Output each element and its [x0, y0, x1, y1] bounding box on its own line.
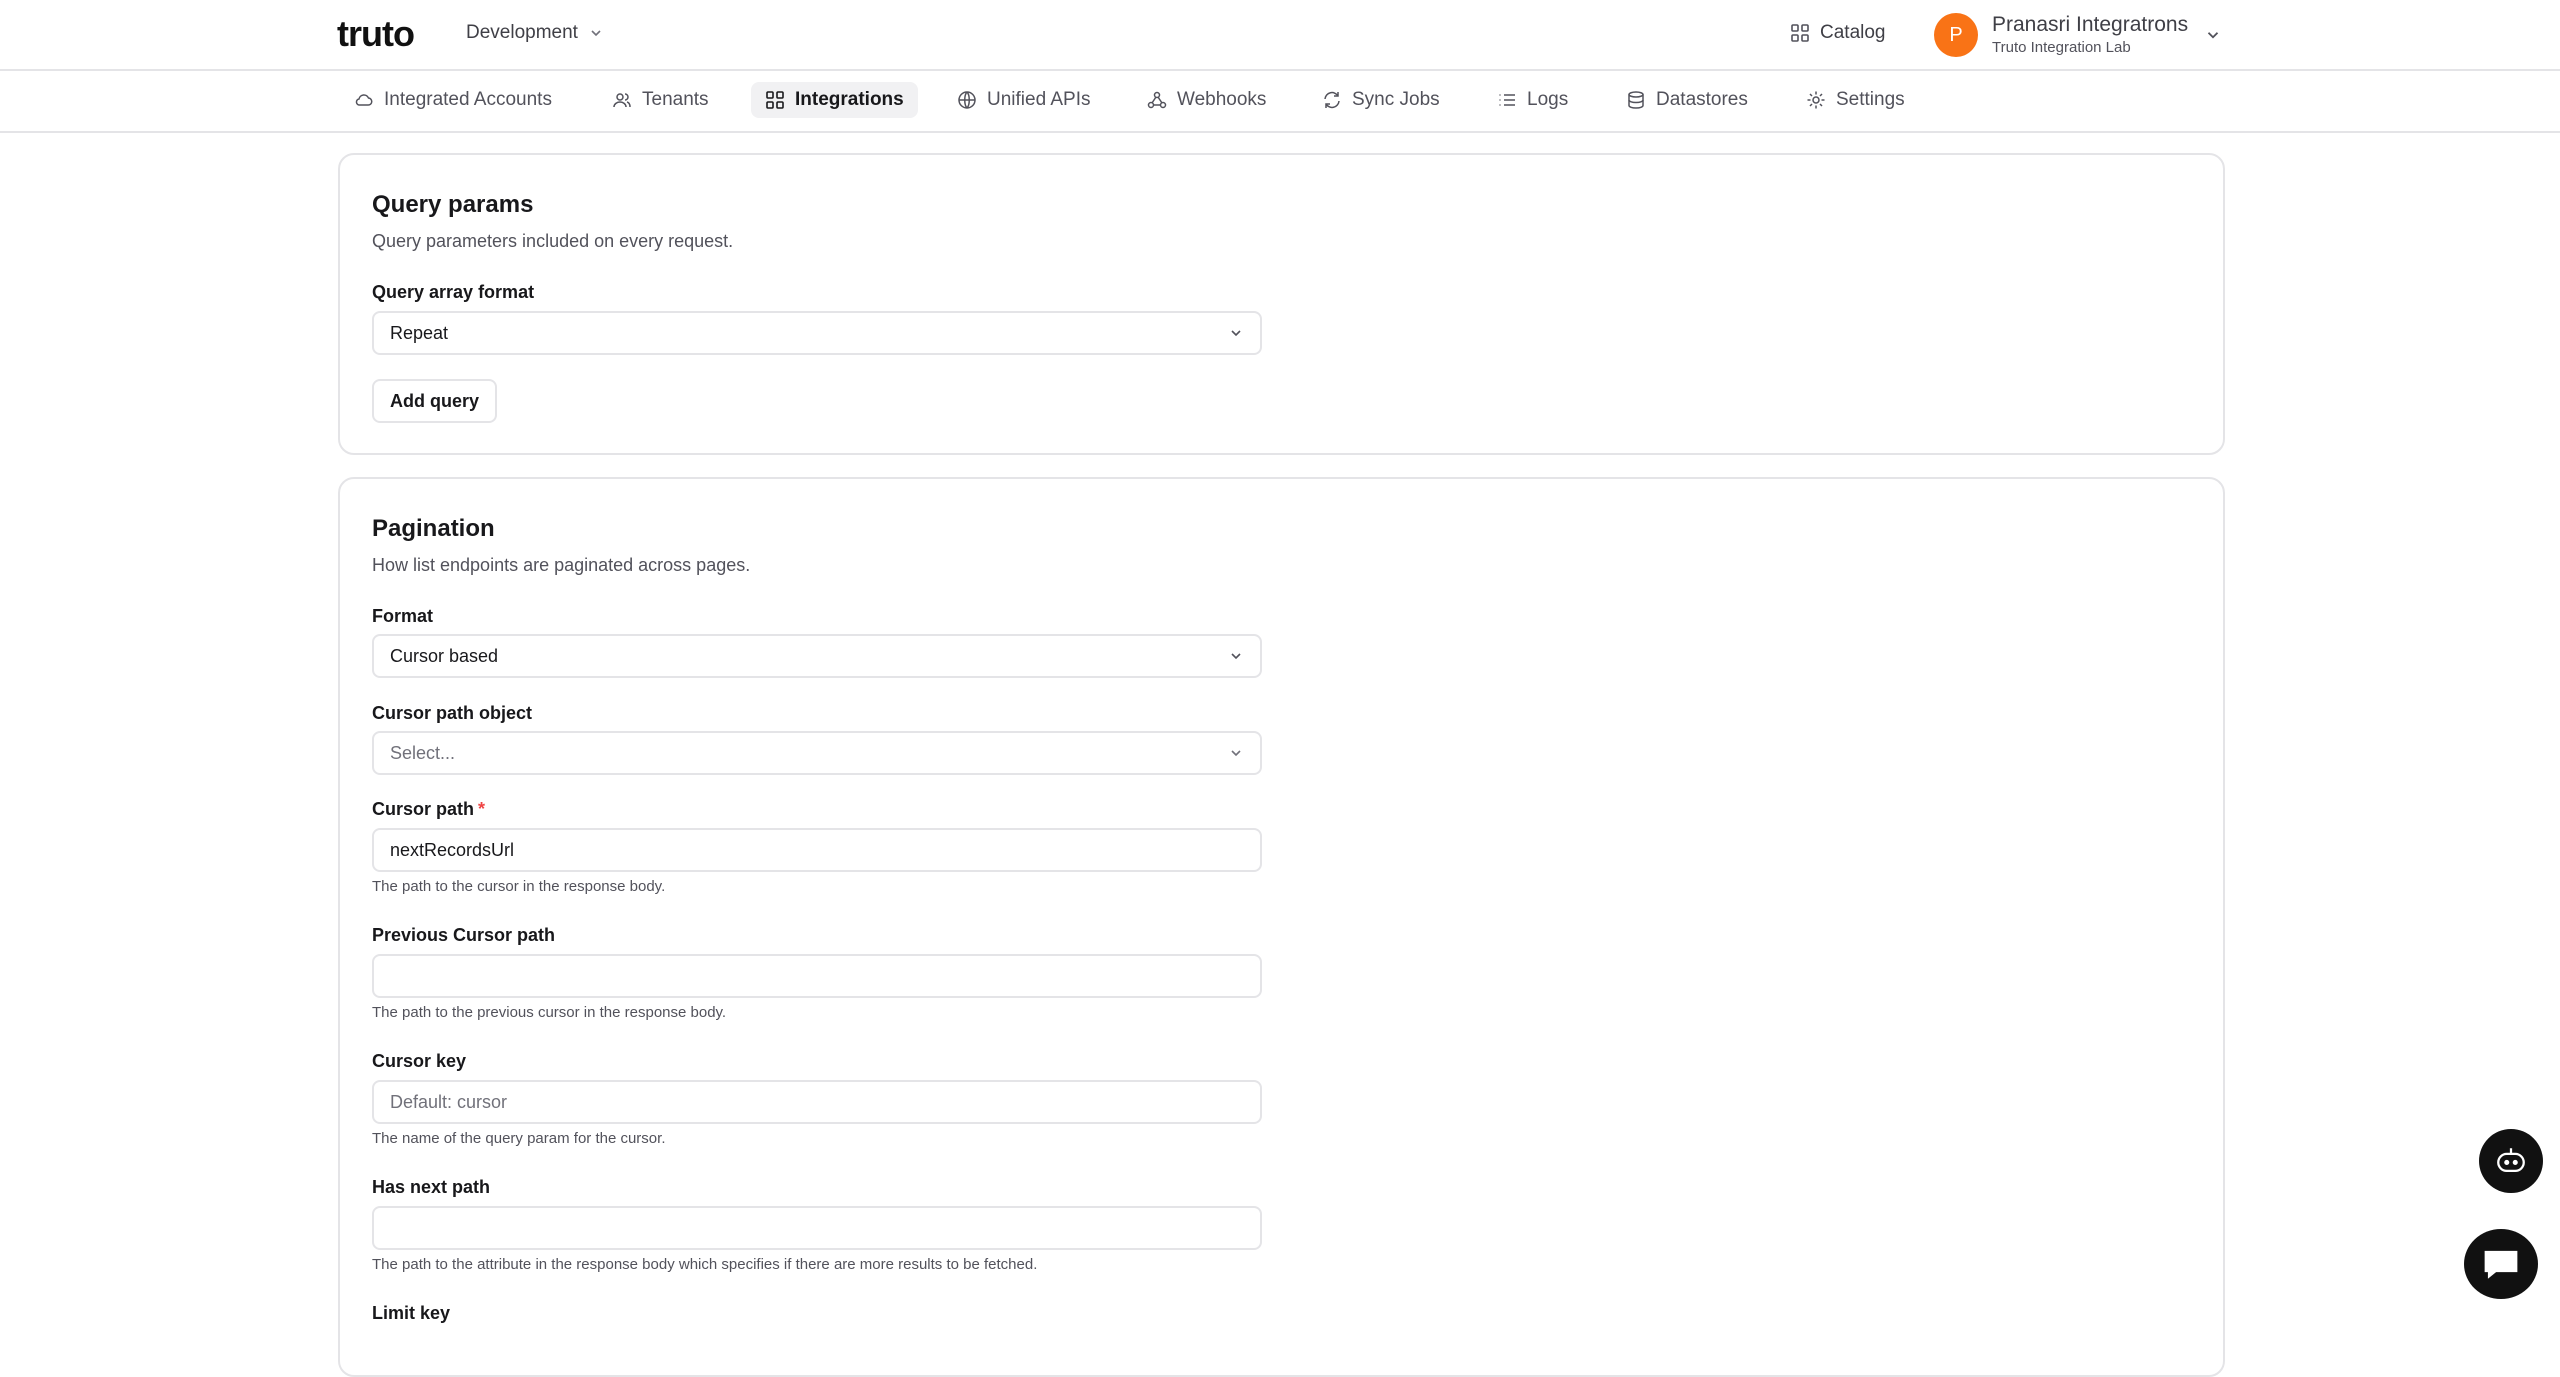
cursor-path-object-label: Cursor path object: [372, 703, 533, 723]
user-org: Truto Integration Lab: [1992, 39, 2131, 56]
nav-datastores[interactable]: Datastores: [1612, 82, 1762, 118]
nav-label: Integrated Accounts: [384, 89, 552, 110]
query-params-card: Query params Query parameters included o…: [338, 153, 2225, 455]
logo-text: truto: [337, 13, 415, 54]
previous-cursor-path-label: Previous Cursor path: [372, 925, 556, 945]
add-query-button[interactable]: Add query: [372, 379, 498, 423]
avatar: P: [1934, 13, 1978, 57]
nav-label: Logs: [1527, 89, 1569, 110]
select-value: Cursor based: [390, 645, 499, 666]
nav-label: Settings: [1836, 89, 1905, 110]
chat-support-button[interactable]: [2464, 1229, 2538, 1299]
section-title: Query params: [372, 191, 534, 218]
limit-key-label: Limit key: [372, 1303, 451, 1323]
nav-unified-apis[interactable]: Unified APIs: [943, 82, 1105, 118]
has-next-path-hint: The path to the attribute in the respons…: [372, 1256, 1038, 1273]
cursor-path-hint: The path to the cursor in the response b…: [372, 878, 666, 895]
query-array-format-label: Query array format: [372, 282, 535, 302]
chat-icon: [2484, 1250, 2518, 1279]
environment-switcher[interactable]: Development: [466, 18, 604, 48]
select-value: Repeat: [390, 322, 449, 343]
cursor-key-hint: The name of the query param for the curs…: [372, 1130, 666, 1147]
cursor-path-label: Cursor path *: [372, 799, 485, 820]
truto-logo[interactable]: truto: [337, 13, 415, 54]
nav-integrated-accounts[interactable]: Integrated Accounts: [340, 82, 566, 118]
webhook-icon: [1147, 91, 1167, 109]
globe-icon: [958, 91, 976, 109]
chevron-down-icon: [591, 30, 601, 37]
user-name: Pranasri Integratrons: [1992, 13, 2189, 36]
cursor-key-label: Cursor key: [372, 1051, 467, 1071]
users-icon: [613, 93, 631, 108]
nav-label: Datastores: [1656, 89, 1748, 110]
catalog-label: Catalog: [1820, 22, 1886, 43]
query-array-format-select[interactable]: Repeat: [372, 311, 1262, 355]
nav-label: Tenants: [642, 89, 709, 110]
nav-label: Webhooks: [1177, 89, 1267, 110]
input-value: nextRecordsUrl: [390, 839, 515, 860]
cursor-key-input[interactable]: Default: cursor: [372, 1080, 1262, 1124]
nav-logs[interactable]: Logs: [1483, 82, 1582, 118]
database-icon: [1628, 91, 1644, 109]
input-placeholder: Default: cursor: [390, 1091, 508, 1112]
nav-sync-jobs[interactable]: Sync Jobs: [1308, 82, 1454, 118]
cursor-path-input[interactable]: nextRecordsUrl: [372, 828, 1262, 872]
pagination-card: Pagination How list endpoints are pagina…: [338, 477, 2225, 1377]
chevron-down-icon: [1231, 330, 1241, 337]
section-description: How list endpoints are paginated across …: [372, 555, 751, 575]
nav-settings[interactable]: Settings: [1792, 82, 1919, 118]
main-nav: Integrated Accounts Tenants Integrations…: [0, 71, 2560, 133]
format-label: Format: [372, 606, 434, 626]
cursor-path-object-select[interactable]: Select...: [372, 731, 1262, 775]
previous-cursor-path-input[interactable]: [372, 954, 1262, 998]
select-placeholder: Select...: [390, 742, 456, 763]
section-title: Pagination: [372, 515, 495, 542]
gear-icon: [1807, 91, 1825, 109]
chevron-down-icon: [1231, 750, 1241, 757]
has-next-path-input[interactable]: [372, 1206, 1262, 1250]
bot-icon: [2497, 1148, 2525, 1173]
catalog-button[interactable]: Catalog: [1790, 18, 1886, 48]
section-description: Query parameters included on every reque…: [372, 231, 734, 251]
sync-icon: [1324, 91, 1340, 109]
nav-label: Sync Jobs: [1352, 89, 1440, 110]
grid-icon: [766, 91, 784, 109]
required-marker: *: [478, 799, 486, 819]
previous-cursor-path-hint: The path to the previous cursor in the r…: [372, 1004, 727, 1021]
nav-tenants[interactable]: Tenants: [598, 82, 723, 118]
environment-label: Development: [466, 22, 578, 43]
chevron-down-icon: [2207, 32, 2219, 39]
chevron-down-icon: [1231, 653, 1241, 660]
nav-integrations[interactable]: Integrations: [751, 82, 918, 118]
has-next-path-label: Has next path: [372, 1177, 491, 1197]
format-select[interactable]: Cursor based: [372, 634, 1262, 678]
nav-webhooks[interactable]: Webhooks: [1133, 82, 1280, 118]
list-icon: [1499, 94, 1515, 106]
top-bar: truto Development Catalog P Pranasri Int…: [0, 0, 2560, 71]
nav-label: Unified APIs: [987, 89, 1091, 110]
assistant-bot-button[interactable]: [2479, 1129, 2543, 1193]
cloud-icon: [355, 94, 373, 106]
user-menu[interactable]: P Pranasri Integratrons Truto Integratio…: [1934, 10, 2222, 60]
grid-icon: [1791, 24, 1809, 42]
nav-label: Integrations: [795, 89, 904, 110]
label-text: Cursor path: [372, 799, 475, 819]
